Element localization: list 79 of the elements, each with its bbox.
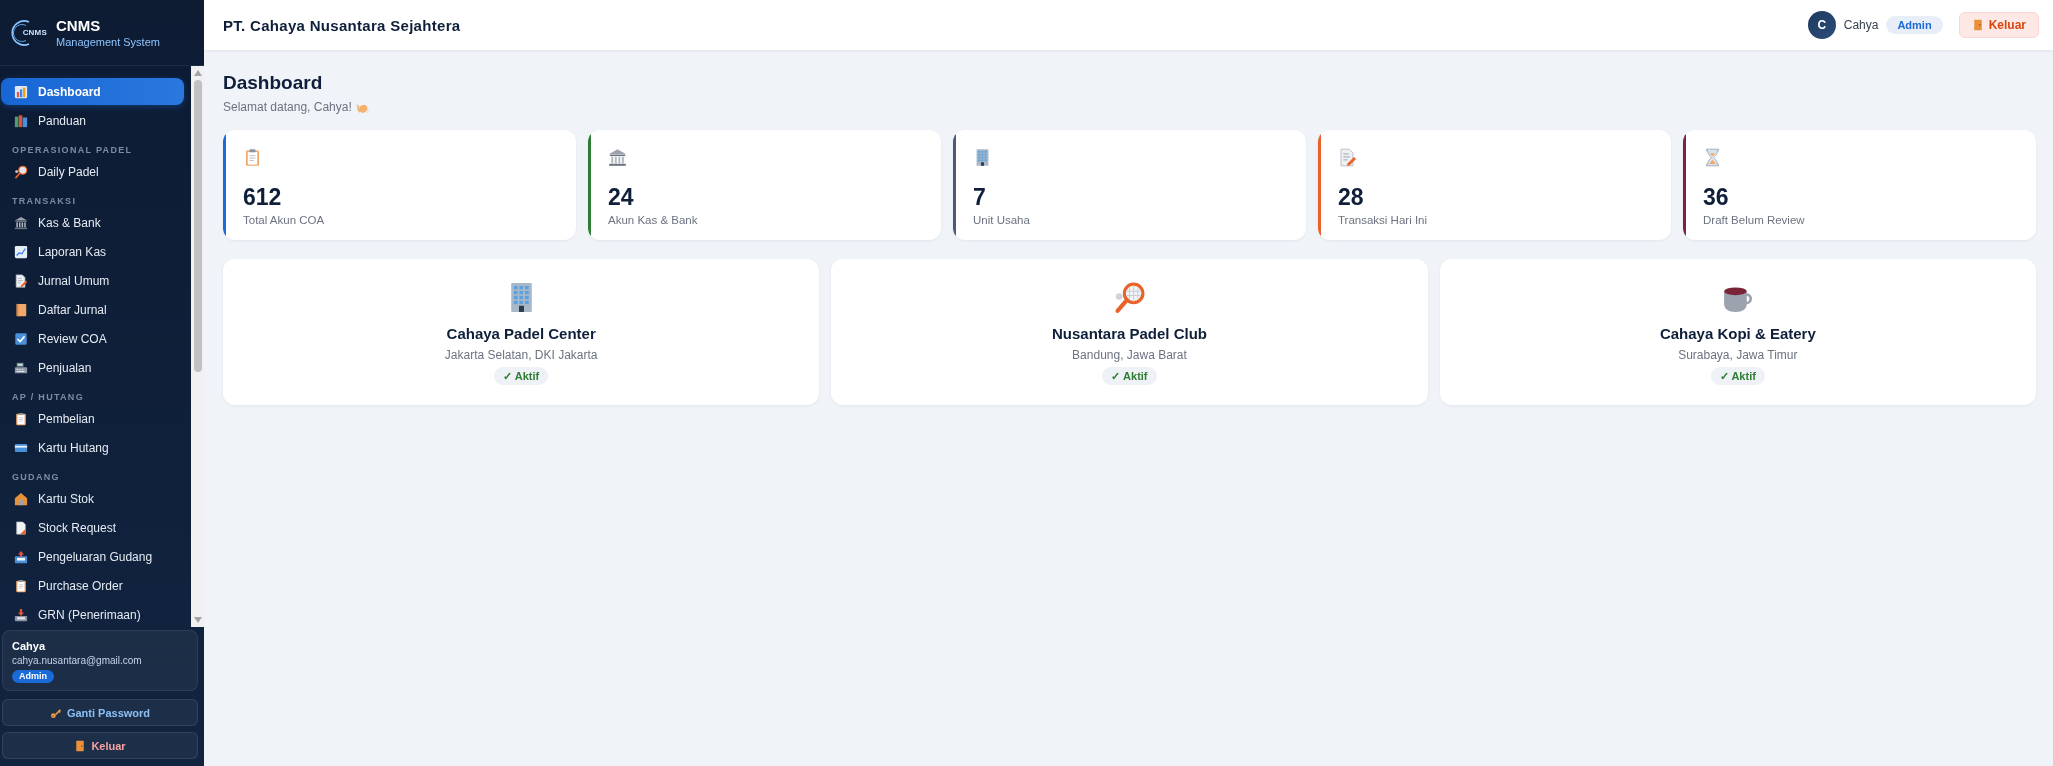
greeting-text: Selamat datang, Cahya! xyxy=(223,99,352,115)
nav-item[interactable]: Stock Request xyxy=(1,514,184,541)
nav-section-label: AP / HUTANG xyxy=(12,392,84,403)
nav-section-label: TRANSAKSI xyxy=(12,196,77,207)
notebook-icon xyxy=(14,302,28,317)
scroll-up-arrow-icon[interactable] xyxy=(193,70,202,76)
nav-item[interactable]: Kartu Hutang xyxy=(1,434,184,461)
nav-item[interactable]: Kartu Stok xyxy=(1,485,184,512)
status-badge: ✓ Aktif xyxy=(1102,367,1157,385)
company-title: PT. Cahaya Nusantara Sejahtera xyxy=(223,16,461,34)
stat-value: 28 xyxy=(1338,184,1364,210)
bank-icon xyxy=(14,215,28,230)
outbox-tray-icon xyxy=(14,549,28,564)
nav-item[interactable]: Pengeluaran Gudang xyxy=(1,543,184,570)
change-password-button[interactable]: Ganti Password xyxy=(2,699,198,726)
document-icon xyxy=(14,520,28,535)
stat-label: Draft Belum Review xyxy=(1703,213,1805,227)
role-badge: Admin xyxy=(1886,16,1943,34)
house-icon xyxy=(14,491,28,506)
document-pencil-icon xyxy=(1338,148,1357,167)
document-pencil-icon xyxy=(14,273,28,288)
user-name: Cahya xyxy=(12,639,46,653)
stat-value: 7 xyxy=(973,184,986,210)
page-title: Dashboard xyxy=(223,71,324,95)
user-name: Cahya xyxy=(1843,18,1879,32)
nav-item[interactable]: Dashboard xyxy=(1,78,184,105)
nav-item[interactable]: Penjualan xyxy=(1,354,184,381)
hourglass-icon xyxy=(1703,148,1722,167)
unit-name: Cahaya Padel Center xyxy=(446,324,596,344)
checkbox-icon xyxy=(14,331,28,346)
nav-item[interactable]: Daily Padel xyxy=(1,158,184,185)
nav-item[interactable]: Pembelian xyxy=(1,405,184,432)
unit-location: Jakarta Selatan, DKI Jakarta xyxy=(444,347,598,363)
user-email: cahya.nusantara@gmail.com xyxy=(12,654,142,667)
stat-value: 612 xyxy=(243,184,282,210)
nav-item[interactable]: Purchase Order xyxy=(1,572,184,599)
clipboard-icon xyxy=(14,578,28,593)
nav-item[interactable]: Jurnal Umum xyxy=(1,267,184,294)
unit-location: Surabaya, Jawa Timur xyxy=(1678,347,1798,363)
nav-item[interactable]: Laporan Kas xyxy=(1,238,184,265)
logout-button[interactable]: Keluar xyxy=(2,732,198,759)
nav-item[interactable]: Panduan xyxy=(1,107,184,134)
stat-value: 24 xyxy=(608,184,634,210)
scrollbar-thumb[interactable] xyxy=(193,80,202,372)
clipboard-icon xyxy=(14,411,28,426)
scroll-down-arrow-icon[interactable] xyxy=(193,617,202,623)
logo-emblem: CNMS xyxy=(9,17,47,48)
nav-section-label: GUDANG xyxy=(12,472,60,483)
books-icon xyxy=(14,113,28,128)
inbox-tray-icon xyxy=(14,607,28,622)
stat-label: Akun Kas & Bank xyxy=(608,213,698,227)
line-chart-icon xyxy=(14,244,28,259)
brand-subtitle: Management System xyxy=(56,34,160,49)
user-avatar: C xyxy=(1807,11,1836,39)
door-icon xyxy=(74,739,87,752)
stat-value: 36 xyxy=(1703,184,1729,210)
role-badge: Admin xyxy=(12,670,54,683)
nav-item[interactable]: Kas & Bank xyxy=(1,209,184,236)
unit-location: Bandung, Jawa Barat xyxy=(1072,347,1187,363)
door-icon xyxy=(1971,19,1984,31)
cash-register-icon xyxy=(14,360,28,375)
logout-button[interactable]: Keluar xyxy=(1958,12,2039,38)
clipboard-icon xyxy=(243,148,262,167)
status-badge: ✓ Aktif xyxy=(494,367,549,385)
unit-name: Nusantara Padel Club xyxy=(1051,324,1207,344)
nav-item[interactable]: Review COA xyxy=(1,325,184,352)
racket-icon xyxy=(14,164,28,179)
racket-icon xyxy=(1113,281,1146,314)
brand-name: CNMS xyxy=(56,16,102,35)
bar-chart-icon xyxy=(14,84,28,99)
stat-label: Total Akun COA xyxy=(243,213,325,227)
nav-section-label: OPERASIONAL PADEL xyxy=(12,145,133,156)
stat-label: Transaksi Hari Ini xyxy=(1338,213,1428,227)
nav-item[interactable]: GRN (Penerimaan) xyxy=(1,601,184,627)
stat-label: Unit Usaha xyxy=(973,213,1030,227)
status-badge: ✓ Aktif xyxy=(1710,367,1765,385)
unit-name: Cahaya Kopi & Eatery xyxy=(1659,324,1816,344)
bank-icon xyxy=(608,148,627,167)
nav-item[interactable]: Daftar Jurnal xyxy=(1,296,184,323)
